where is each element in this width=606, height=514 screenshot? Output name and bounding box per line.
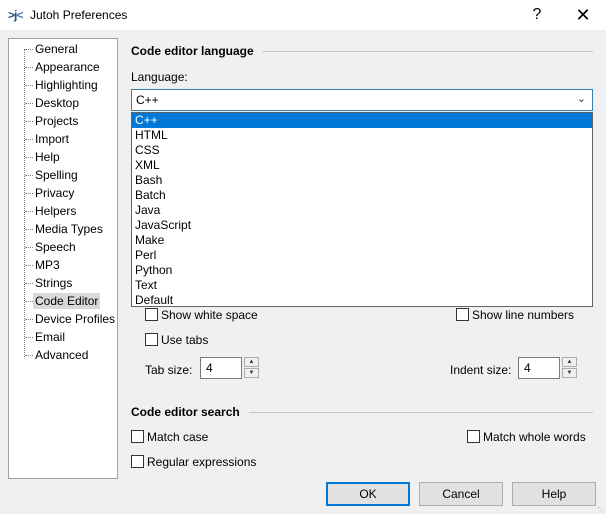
indent-size-down-icon[interactable]: ▼ (562, 368, 577, 378)
close-icon[interactable]: ✕ (560, 0, 606, 30)
tree-item-speech[interactable]: Speech (33, 239, 78, 255)
tree-branch (25, 355, 33, 356)
tree-branch (25, 211, 33, 212)
tree-branch (25, 301, 33, 302)
tree-item-import[interactable]: Import (33, 131, 71, 147)
dropdown-option-xml[interactable]: XML (132, 158, 592, 173)
language-select[interactable]: C++ ⌄ (131, 89, 593, 111)
tree-item-media-types[interactable]: Media Types (33, 221, 105, 237)
preferences-tree[interactable]: General Appearance Highlighting Desktop … (8, 38, 118, 479)
match-case-label: Match case (147, 430, 209, 444)
tree-item-desktop[interactable]: Desktop (33, 95, 81, 111)
show-white-space-label: Show white space (161, 308, 258, 322)
indent-size-label: Indent size: (450, 363, 512, 377)
match-case-checkbox[interactable] (131, 430, 144, 443)
dropdown-option-cpp[interactable]: C++ (132, 113, 592, 128)
dropdown-option-javascript[interactable]: JavaScript (132, 218, 592, 233)
jutoh-app-icon: >j< (8, 8, 23, 22)
tree-item-strings[interactable]: Strings (33, 275, 74, 291)
tree-branch (25, 283, 33, 284)
tree-item-code-editor[interactable]: Code Editor (33, 293, 101, 309)
dropdown-option-make[interactable]: Make (132, 233, 592, 248)
use-tabs-checkbox[interactable] (145, 333, 158, 346)
chevron-down-icon: ⌄ (576, 93, 586, 105)
dropdown-option-html[interactable]: HTML (132, 128, 592, 143)
ok-button[interactable]: OK (326, 482, 410, 506)
tree-item-device-profiles[interactable]: Device Profiles (33, 311, 117, 327)
tree-branch (25, 247, 33, 248)
match-whole-words-label: Match whole words (483, 430, 586, 444)
dropdown-option-perl[interactable]: Perl (132, 248, 592, 263)
tree-branch (25, 337, 33, 338)
regular-expressions-label: Regular expressions (147, 455, 257, 469)
title-bar: >j< Jutoh Preferences ? ✕ (0, 0, 606, 30)
show-line-numbers-checkbox[interactable] (456, 308, 469, 321)
language-select-value: C++ (136, 93, 159, 107)
help-button[interactable]: Help (512, 482, 596, 506)
language-section-title: Code editor language (131, 44, 254, 58)
tree-item-highlighting[interactable]: Highlighting (33, 77, 100, 93)
dropdown-option-python[interactable]: Python (132, 263, 592, 278)
section-divider (262, 51, 593, 52)
dropdown-option-css[interactable]: CSS (132, 143, 592, 158)
tree-branch (25, 193, 33, 194)
use-tabs-label: Use tabs (161, 333, 209, 347)
tree-connector-line (24, 49, 25, 357)
tree-branch (25, 49, 33, 50)
tree-branch (25, 103, 33, 104)
cancel-button[interactable]: Cancel (419, 482, 503, 506)
tab-size-label: Tab size: (145, 363, 193, 377)
search-section-title: Code editor search (131, 405, 240, 419)
tree-item-mp3[interactable]: MP3 (33, 257, 62, 273)
tab-size-input[interactable]: 4 (200, 357, 242, 379)
tree-item-help[interactable]: Help (33, 149, 62, 165)
tree-item-privacy[interactable]: Privacy (33, 185, 76, 201)
match-whole-words-checkbox[interactable] (467, 430, 480, 443)
tab-size-up-icon[interactable]: ▲ (244, 357, 259, 367)
resize-grip-icon[interactable]: ⋱ (594, 502, 603, 513)
window-title: Jutoh Preferences (30, 8, 128, 22)
section-divider (249, 412, 593, 413)
tree-branch (25, 121, 33, 122)
show-line-numbers-label: Show line numbers (472, 308, 575, 322)
tree-item-helpers[interactable]: Helpers (33, 203, 78, 219)
tree-item-advanced[interactable]: Advanced (33, 347, 90, 363)
tree-branch (25, 67, 33, 68)
tree-branch (25, 319, 33, 320)
show-white-space-checkbox[interactable] (145, 308, 158, 321)
dropdown-option-java[interactable]: Java (132, 203, 592, 218)
regular-expressions-checkbox[interactable] (131, 455, 144, 468)
tree-item-appearance[interactable]: Appearance (33, 59, 102, 75)
tree-item-general[interactable]: General (33, 41, 80, 57)
tree-item-email[interactable]: Email (33, 329, 67, 345)
language-label: Language: (131, 70, 188, 84)
tree-branch (25, 265, 33, 266)
dropdown-option-default[interactable]: Default (132, 293, 592, 308)
dropdown-option-text[interactable]: Text (132, 278, 592, 293)
tree-item-projects[interactable]: Projects (33, 113, 80, 129)
tab-size-down-icon[interactable]: ▼ (244, 368, 259, 378)
tree-branch (25, 157, 33, 158)
indent-size-input[interactable]: 4 (518, 357, 560, 379)
tree-item-spelling[interactable]: Spelling (33, 167, 80, 183)
dropdown-option-batch[interactable]: Batch (132, 188, 592, 203)
tree-branch (25, 175, 33, 176)
indent-size-up-icon[interactable]: ▲ (562, 357, 577, 367)
tree-branch (25, 229, 33, 230)
dropdown-option-bash[interactable]: Bash (132, 173, 592, 188)
tree-branch (25, 139, 33, 140)
language-dropdown-list[interactable]: C++ HTML CSS XML Bash Batch Java JavaScr… (131, 112, 593, 307)
help-title-button[interactable]: ? (514, 0, 560, 30)
tree-branch (25, 85, 33, 86)
